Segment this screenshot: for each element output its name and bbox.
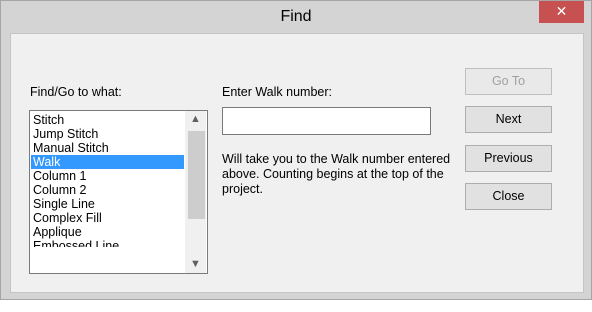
list-item[interactable]: Jump Stitch bbox=[31, 127, 184, 141]
go-to-button[interactable]: Go To bbox=[465, 68, 552, 95]
list-item-selected[interactable]: Walk bbox=[31, 155, 184, 169]
listbox-scrollbar[interactable]: ▲ ▼ bbox=[185, 111, 206, 273]
close-button[interactable]: Close bbox=[465, 183, 552, 210]
list-item[interactable]: Embossed Line bbox=[31, 239, 184, 247]
help-text: Will take you to the Walk number entered… bbox=[222, 152, 451, 196]
title-bar[interactable]: Find ✕ bbox=[1, 1, 591, 31]
close-icon[interactable]: ✕ bbox=[539, 1, 584, 23]
dialog-title: Find bbox=[280, 8, 312, 25]
find-goto-listbox[interactable]: Stitch Jump Stitch Manual Stitch Walk Co… bbox=[29, 110, 208, 274]
find-goto-label: Find/Go to what: bbox=[30, 85, 122, 99]
list-item[interactable]: Column 1 bbox=[31, 169, 184, 183]
next-button[interactable]: Next bbox=[465, 106, 552, 133]
previous-button[interactable]: Previous bbox=[465, 145, 552, 172]
list-item[interactable]: Manual Stitch bbox=[31, 141, 184, 155]
list-item[interactable]: Complex Fill bbox=[31, 211, 184, 225]
walk-number-input[interactable] bbox=[222, 107, 431, 135]
chevron-up-icon[interactable]: ▲ bbox=[185, 111, 206, 128]
list-item[interactable]: Single Line bbox=[31, 197, 184, 211]
scrollbar-thumb[interactable] bbox=[188, 131, 205, 219]
list-item[interactable]: Column 2 bbox=[31, 183, 184, 197]
walk-number-label: Enter Walk number: bbox=[222, 85, 332, 99]
list-item[interactable]: Stitch bbox=[31, 113, 184, 127]
list-item[interactable]: Applique bbox=[31, 225, 184, 239]
chevron-down-icon[interactable]: ▼ bbox=[185, 256, 206, 273]
